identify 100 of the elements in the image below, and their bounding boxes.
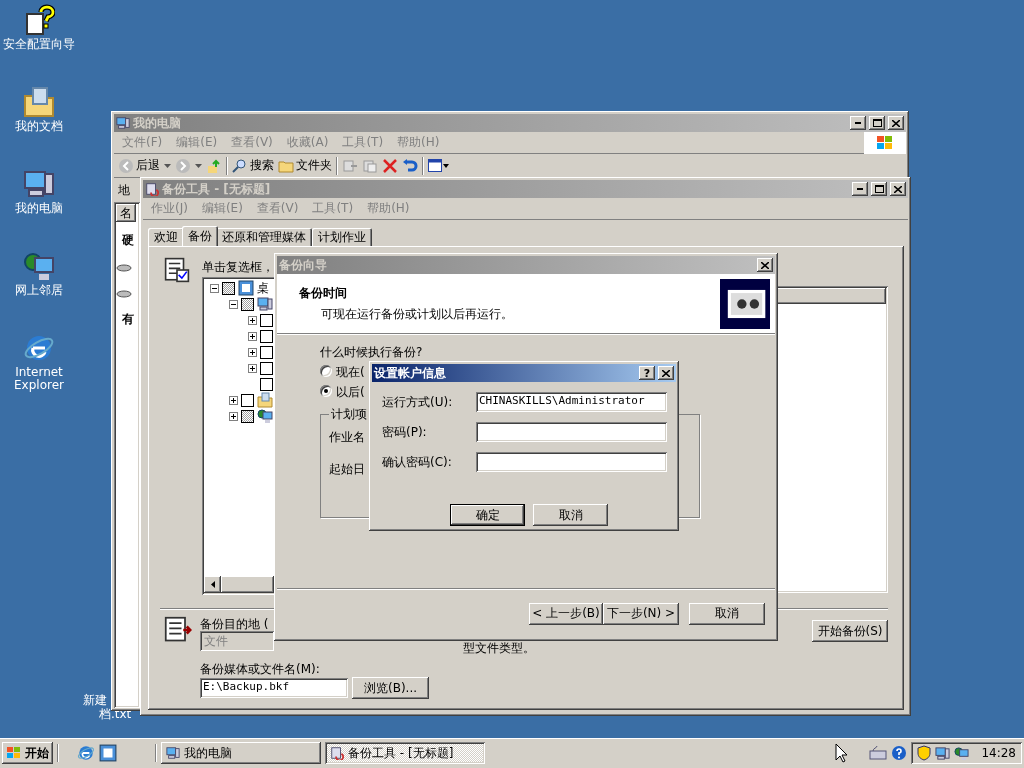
taskbar-button[interactable]: 我的电脑 <box>161 742 321 764</box>
window-title: 备份工具 - [无标题] <box>162 180 272 198</box>
maximize-icon <box>872 119 882 127</box>
close-button[interactable] <box>658 366 674 380</box>
minimize-icon <box>855 122 861 124</box>
cancel-button[interactable]: 取消 <box>533 504 608 526</box>
computer-icon <box>166 746 180 760</box>
tree-checkbox[interactable] <box>241 393 254 407</box>
tree-checkbox[interactable] <box>222 281 235 295</box>
desktop-icon-label[interactable]: Internet Explorer <box>1 366 77 392</box>
tree-checkbox[interactable] <box>260 361 273 375</box>
radio-label: 现在( <box>336 364 365 378</box>
network-status-icon <box>954 745 970 761</box>
folders-button[interactable]: 文件夹 <box>278 157 332 174</box>
left-arrow-icon <box>210 581 215 588</box>
search-icon <box>232 157 248 174</box>
tab[interactable]: 还原和管理媒体 <box>216 228 312 246</box>
wizard-heading: 备份时间 <box>299 284 347 302</box>
tree-checkbox[interactable] <box>260 313 273 327</box>
desktop-icon-label[interactable]: 安全配置向导 <box>1 38 77 51</box>
radio-button[interactable] <box>320 385 332 397</box>
start-backup-button[interactable]: 开始备份(S) <box>812 620 888 642</box>
tree-checkbox[interactable] <box>260 329 273 343</box>
expand-toggle[interactable] <box>229 411 238 421</box>
desktop-icon-label[interactable]: 网上邻居 <box>1 284 77 297</box>
scrollbar[interactable] <box>204 576 274 593</box>
column-header[interactable]: 名 <box>116 204 136 222</box>
file-name-field[interactable]: E:\Backup.bkf <box>200 678 348 698</box>
search-button[interactable]: 搜索 <box>232 157 274 174</box>
desktop-icon <box>238 280 254 296</box>
desktop-icon-label[interactable]: 我的电脑 <box>1 202 77 215</box>
views-icon[interactable] <box>428 158 450 173</box>
input-field[interactable] <box>476 452 667 472</box>
close-button[interactable] <box>757 258 773 272</box>
field-label: 密码(P): <box>382 423 428 441</box>
help-button[interactable]: ? <box>639 366 655 380</box>
next-button[interactable]: 下一步(N) > <box>603 602 679 625</box>
address-label: 地 <box>118 181 130 199</box>
input-field[interactable] <box>476 422 667 442</box>
caret-icon[interactable] <box>195 163 202 168</box>
computer-icon <box>23 168 55 200</box>
caret-icon[interactable] <box>164 163 171 168</box>
cancel-button[interactable]: 取消 <box>689 602 765 625</box>
minimize-button[interactable] <box>850 116 866 130</box>
export-icon <box>164 616 192 644</box>
maximize-icon <box>874 185 884 193</box>
help-document-icon <box>23 4 55 36</box>
documents-icon <box>257 392 273 408</box>
field-label: 作业名 <box>329 429 365 443</box>
browser-icon <box>77 744 95 762</box>
tab[interactable]: 备份 <box>182 226 218 246</box>
back-button[interactable]: 后退 <box>118 157 160 174</box>
delete-icon[interactable] <box>382 157 398 174</box>
keyboard-icon[interactable] <box>869 746 888 760</box>
checklist-icon <box>164 257 190 283</box>
expand-toggle[interactable] <box>248 347 257 357</box>
browse-button[interactable]: 浏览(B)... <box>352 677 429 699</box>
help-icon[interactable] <box>891 745 908 761</box>
desktop-icon-label[interactable]: 我的文档 <box>1 120 77 133</box>
desktop-icon <box>99 744 117 762</box>
backup-icon <box>145 182 159 196</box>
mouse-pointer-icon <box>835 743 848 763</box>
desktop-icon-label[interactable]: 新建 <box>83 692 107 709</box>
ok-button[interactable]: 确定 <box>450 504 525 526</box>
maximize-button[interactable] <box>869 116 885 130</box>
undo-icon[interactable] <box>402 157 418 174</box>
tree-checkbox[interactable] <box>241 409 254 423</box>
field-label: 起始日 <box>329 461 365 475</box>
computer-icon <box>116 116 130 130</box>
computer-icon <box>257 296 273 312</box>
expand-toggle[interactable] <box>248 331 257 341</box>
network-icon <box>935 745 951 761</box>
destination-label: 备份目的地 ( <box>200 616 269 630</box>
close-button[interactable] <box>890 182 906 196</box>
tree-checkbox[interactable] <box>260 345 273 359</box>
tree-checkbox[interactable] <box>241 297 254 311</box>
minimize-button[interactable] <box>852 182 868 196</box>
flag-logo-icon <box>876 134 894 151</box>
back-button[interactable]: < 上一步(B) <box>529 602 603 625</box>
tree-checkbox[interactable] <box>260 377 273 391</box>
expand-toggle[interactable] <box>229 395 238 405</box>
close-icon <box>761 261 769 269</box>
shield-icon[interactable] <box>917 745 932 761</box>
expand-toggle[interactable] <box>210 283 219 293</box>
expand-toggle[interactable] <box>248 363 257 373</box>
network-icon <box>257 408 273 424</box>
radio-button[interactable] <box>320 365 332 377</box>
tab[interactable]: 计划作业 <box>312 228 372 246</box>
instruction-text: 单击复选框， <box>202 259 275 273</box>
taskbar-button[interactable]: 备份工具 - [无标题] <box>325 742 485 764</box>
minimize-icon <box>857 188 863 190</box>
maximize-button[interactable] <box>871 182 887 196</box>
expand-toggle[interactable] <box>229 299 238 309</box>
start-button[interactable]: 开始 <box>2 742 53 764</box>
input-field[interactable]: CHINASKILLS\Administrator <box>476 392 667 412</box>
clock: 14:28 <box>981 746 1016 760</box>
expand-toggle[interactable] <box>248 315 257 325</box>
field-label: 确认密码(C): <box>382 453 453 471</box>
tab[interactable]: 欢迎 <box>148 228 184 246</box>
close-button[interactable] <box>888 116 904 130</box>
